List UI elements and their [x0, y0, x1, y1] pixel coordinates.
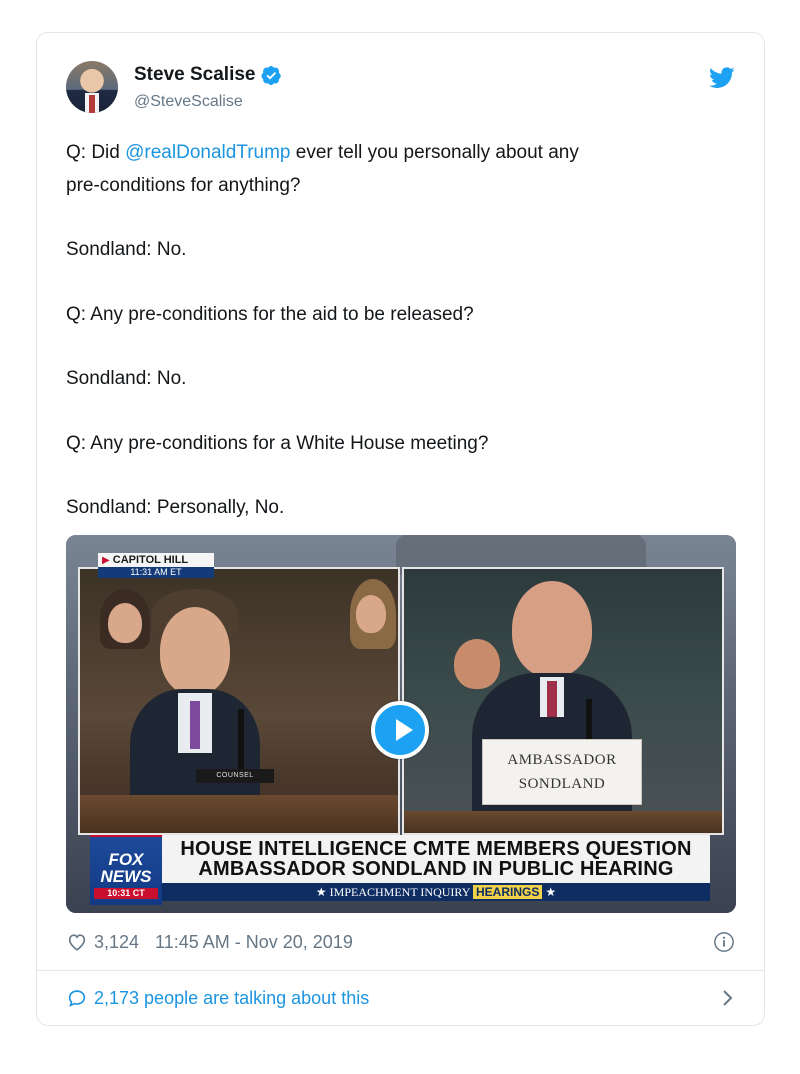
news-headline: HOUSE INTELLIGENCE CMTE MEMBERS QUESTION… — [162, 835, 710, 883]
twitter-bird-icon[interactable] — [709, 67, 735, 89]
like-count[interactable]: 3,124 — [94, 932, 139, 953]
reply-bubble-icon — [68, 990, 86, 1007]
play-icon[interactable] — [371, 701, 429, 759]
tweet-line: Q: Did @realDonaldTrump ever tell you pe… — [66, 142, 579, 163]
counsel-sign: COUNSEL — [196, 769, 274, 783]
video-panel-counsel: COUNSEL — [78, 567, 400, 835]
video-media[interactable]: COUNSEL AMBASSADOR SONDLAND ▶ CAPITOL HI… — [66, 535, 736, 913]
conversation-link[interactable]: 2,173 people are talking about this — [66, 985, 735, 1011]
ambassador-nameplate: AMBASSADOR SONDLAND — [482, 739, 642, 805]
tweet-line: Sondland: No. — [66, 368, 187, 389]
news-lower-third: FOX NEWS 10:31 CT HOUSE INTELLIGENCE CMT… — [90, 835, 710, 905]
heart-icon[interactable] — [66, 931, 88, 953]
talking-count[interactable]: 2,173 people are talking about this — [94, 988, 369, 1009]
chevron-right-icon[interactable] — [721, 988, 735, 1008]
location-tag: ▶ CAPITOL HILL 11:31 AM ET — [98, 553, 214, 578]
tweet-card: Steve Scalise @SteveScalise Q: Did @real… — [36, 32, 765, 1026]
tweet-line: Q: Any pre-conditions for a White House … — [66, 432, 489, 454]
mention-link[interactable]: @realDonaldTrump — [125, 142, 290, 163]
author-name[interactable]: Steve Scalise — [134, 64, 255, 86]
tweet-text: Q: Did @realDonaldTrump ever tell you pe… — [66, 137, 726, 525]
fox-news-logo: FOX NEWS 10:31 CT — [90, 835, 162, 905]
tweet-line: Q: Any pre-conditions for the aid to be … — [66, 303, 474, 325]
tweet-meta: 3,124 11:45 AM - Nov 20, 2019 — [66, 929, 735, 955]
author-name-row[interactable]: Steve Scalise — [134, 64, 282, 86]
news-ticker: ★ IMPEACHMENT INQUIRY HEARINGS ★ — [162, 883, 710, 901]
tweet-line: Sondland: No. — [66, 239, 187, 260]
video-panel-ambassador: AMBASSADOR SONDLAND — [402, 567, 724, 835]
verified-icon — [261, 65, 282, 85]
tweet-header: Steve Scalise @SteveScalise — [66, 61, 735, 121]
avatar[interactable] — [66, 61, 118, 113]
tweet-line: Sondland: Personally, No. — [66, 497, 285, 518]
info-icon[interactable] — [713, 931, 735, 953]
tweet-line: pre-conditions for anything? — [66, 174, 301, 196]
author-handle[interactable]: @SteveScalise — [134, 93, 243, 111]
timestamp[interactable]: 11:45 AM - Nov 20, 2019 — [155, 932, 353, 953]
divider — [37, 970, 764, 971]
